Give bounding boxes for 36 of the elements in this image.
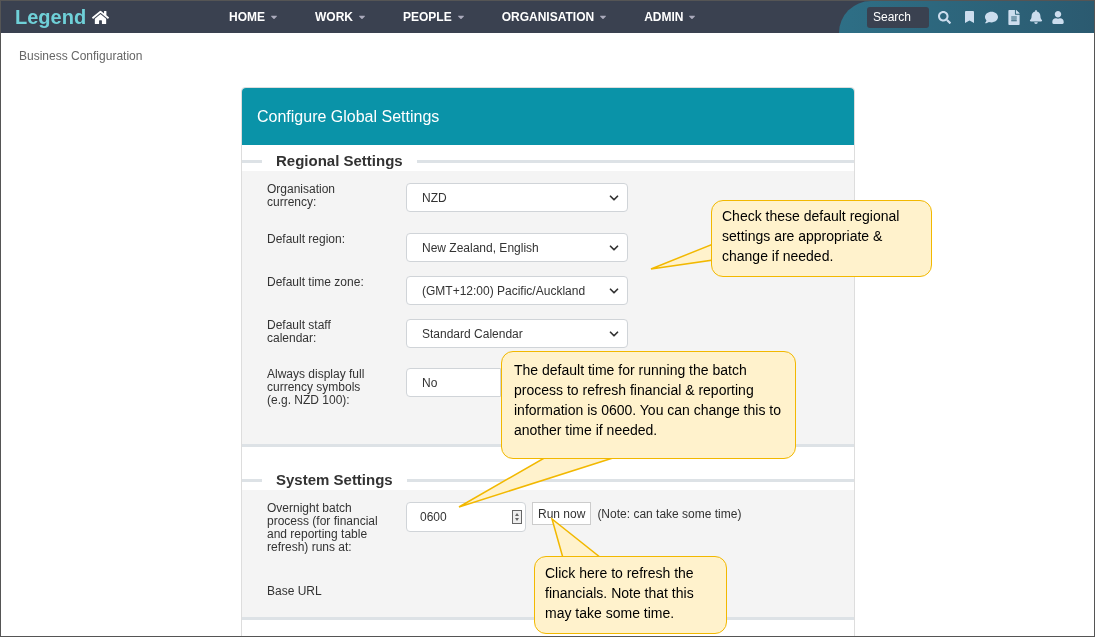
card-title: Configure Global Settings [257,106,440,127]
search-icon[interactable] [938,10,951,24]
field-label: Base URL [267,585,323,598]
nav-menu-item[interactable]: ADMIN [644,8,698,26]
chat-icon[interactable] [984,10,999,24]
field-label: Default time zone: [267,276,365,289]
run-now-button[interactable]: Run now [532,502,592,525]
dropdown[interactable]: (GMT+12:00) Pacific/Auckland [406,276,628,305]
home-icon[interactable] [92,8,110,26]
section-title: System Settings [275,470,394,490]
section-title: Regional Settings [275,151,404,171]
callout-note: Check these default regional settings are appropriate & change if needed. [711,200,932,277]
breadcrumb: Business Configuration [19,49,143,63]
dropdown[interactable]: No [406,368,501,397]
dropdown[interactable]: Standard Calendar [406,319,628,348]
user-icon[interactable] [1052,10,1064,24]
field-label: Overnight batch process (for financial and reporting table refresh) runs at: [267,502,379,554]
callout-pointer [650,242,714,270]
field-label: Always display full currency symbols (e.g. NZD 100): [267,368,366,407]
field-label: Default staff calendar: [267,319,332,345]
field-label: Default region: [267,233,347,246]
note-text: (Note: can take some time) [597,506,742,523]
bookmark-icon[interactable] [964,11,975,23]
nav-menu-item[interactable]: PEOPLE [403,8,466,26]
nav-menu-item[interactable]: HOME [229,8,279,26]
bell-icon[interactable] [1029,10,1043,24]
dropdown[interactable]: New Zealand, English [406,233,628,262]
field-label: Organisation currency: [267,183,337,209]
document-icon[interactable] [1008,9,1020,25]
search-field[interactable]: Search [867,6,929,28]
time-input[interactable]: 0600 [406,502,526,532]
dropdown[interactable]: NZD [406,183,628,212]
nav-menu-item[interactable]: WORK [315,8,367,26]
app-logo[interactable]: Legend [15,2,87,32]
nav-menu-item[interactable]: ORGANISATION [501,8,609,26]
spinner-icon [512,510,522,524]
